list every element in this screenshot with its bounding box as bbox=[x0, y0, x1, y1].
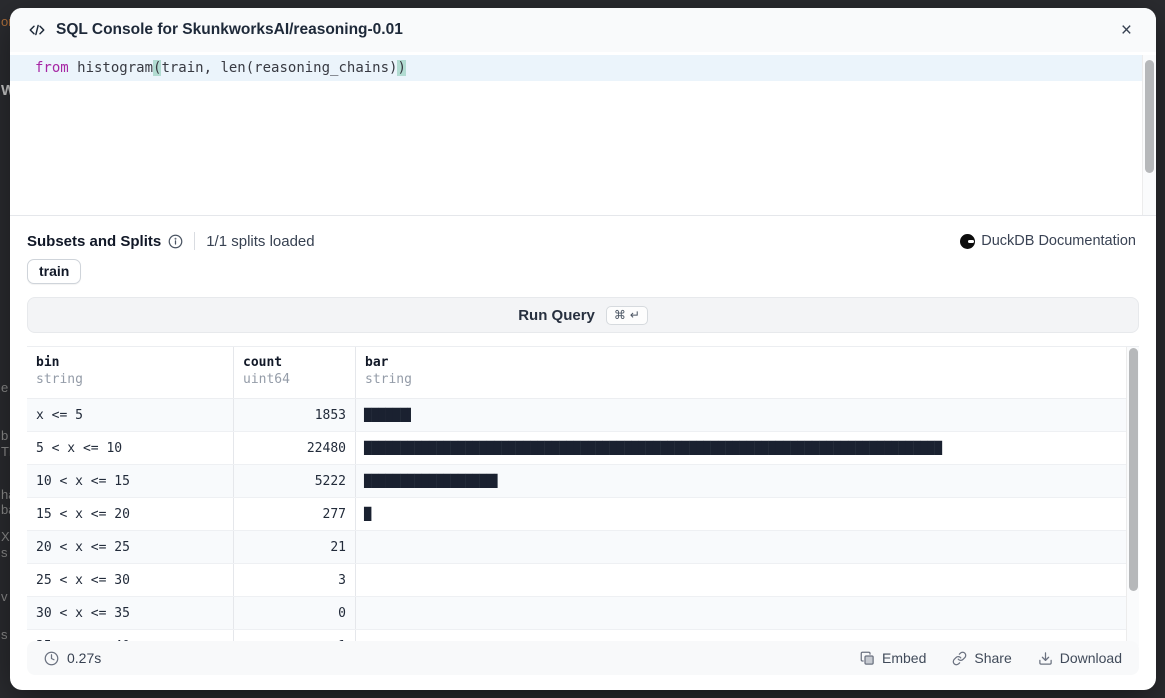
share-label: Share bbox=[974, 650, 1011, 666]
share-button[interactable]: Share bbox=[952, 650, 1011, 666]
subsets-section: Subsets and Splits 1/1 splits loaded Duc… bbox=[10, 216, 1156, 250]
table-header: bin string count uint64 bar string bbox=[27, 347, 1139, 399]
bar-cell bbox=[356, 597, 1139, 629]
bin-cell: x <= 5 bbox=[27, 399, 234, 431]
table-row: 25 < x <= 30 3 bbox=[27, 564, 1139, 597]
duckdb-doc-link[interactable]: DuckDB Documentation bbox=[960, 233, 1136, 249]
count-cell: 22480 bbox=[234, 432, 356, 464]
bin-cell: 30 < x <= 35 bbox=[27, 597, 234, 629]
sql-query-line[interactable]: from histogram(train, len(reasoning_chai… bbox=[10, 55, 1156, 81]
bar-cell: ██████▌ bbox=[356, 399, 1139, 431]
run-query-label: Run Query bbox=[518, 307, 595, 324]
table-row: 20 < x <= 25 21 bbox=[27, 531, 1139, 564]
split-badge-train[interactable]: train bbox=[27, 259, 81, 284]
section-title: Subsets and Splits bbox=[27, 233, 161, 250]
download-icon bbox=[1038, 651, 1053, 666]
query-time: 0.27s bbox=[44, 650, 101, 666]
column-name: bar bbox=[365, 355, 1130, 370]
column-type: string bbox=[365, 372, 1130, 387]
code-icon bbox=[28, 21, 46, 39]
sql-text: histogram bbox=[69, 60, 153, 76]
sql-text: train, len(reasoning_chains) bbox=[161, 60, 397, 76]
bin-cell: 10 < x <= 15 bbox=[27, 465, 234, 497]
embed-icon bbox=[860, 651, 875, 666]
count-cell: 1853 bbox=[234, 399, 356, 431]
bar-cell: █ bbox=[356, 498, 1139, 530]
results-table: bin string count uint64 bar string x <= … bbox=[27, 346, 1139, 646]
editor-scrollbar[interactable] bbox=[1142, 55, 1156, 215]
bar-cell: ████████████████████████████████████████… bbox=[356, 432, 1139, 464]
count-cell: 0 bbox=[234, 597, 356, 629]
column-type: string bbox=[36, 372, 224, 387]
duckdb-logo-icon bbox=[960, 234, 975, 249]
column-header-bin: bin string bbox=[27, 347, 234, 398]
bar-cell bbox=[356, 531, 1139, 563]
modal-header: SQL Console for SkunkworksAI/reasoning-0… bbox=[10, 8, 1156, 52]
bin-cell: 20 < x <= 25 bbox=[27, 531, 234, 563]
column-type: uint64 bbox=[243, 372, 346, 387]
table-scrollbar-thumb[interactable] bbox=[1129, 348, 1138, 591]
count-cell: 3 bbox=[234, 564, 356, 596]
table-scrollbar[interactable] bbox=[1126, 347, 1139, 646]
info-icon[interactable] bbox=[168, 234, 183, 249]
column-header-bar: bar string bbox=[356, 347, 1139, 398]
query-time-text: 0.27s bbox=[67, 650, 101, 666]
column-header-count: count uint64 bbox=[234, 347, 356, 398]
link-icon bbox=[952, 651, 967, 666]
bin-cell: 5 < x <= 10 bbox=[27, 432, 234, 464]
clock-icon bbox=[44, 651, 59, 666]
table-row: x <= 5 1853 ██████▌ bbox=[27, 399, 1139, 432]
sql-bracket-close: ) bbox=[397, 60, 405, 76]
run-query-button[interactable]: Run Query ⌘ ↵ bbox=[27, 297, 1139, 333]
download-button[interactable]: Download bbox=[1038, 650, 1122, 666]
bar-cell bbox=[356, 564, 1139, 596]
footer-bar: 0.27s Embed Share bbox=[27, 641, 1139, 675]
embed-label: Embed bbox=[882, 650, 926, 666]
bin-cell: 15 < x <= 20 bbox=[27, 498, 234, 530]
sql-console-modal: SQL Console for SkunkworksAI/reasoning-0… bbox=[10, 8, 1156, 690]
column-name: count bbox=[243, 355, 346, 370]
footer-actions: Embed Share Download bbox=[860, 650, 1122, 666]
editor-scrollbar-thumb[interactable] bbox=[1145, 60, 1154, 173]
keyboard-shortcut: ⌘ ↵ bbox=[606, 306, 648, 325]
table-row: 10 < x <= 15 5222 ██████████████████▌ bbox=[27, 465, 1139, 498]
sql-editor[interactable]: from histogram(train, len(reasoning_chai… bbox=[10, 55, 1156, 216]
count-cell: 5222 bbox=[234, 465, 356, 497]
page-title: SQL Console for SkunkworksAI/reasoning-0… bbox=[56, 21, 403, 39]
bin-cell: 25 < x <= 30 bbox=[27, 564, 234, 596]
table-row: 30 < x <= 35 0 bbox=[27, 597, 1139, 630]
split-badges: train bbox=[10, 250, 1156, 284]
divider bbox=[194, 232, 195, 250]
table-row: 15 < x <= 20 277 █ bbox=[27, 498, 1139, 531]
splits-loaded-status: 1/1 splits loaded bbox=[206, 233, 314, 250]
close-icon[interactable]: × bbox=[1117, 19, 1136, 42]
bar-cell: ██████████████████▌ bbox=[356, 465, 1139, 497]
embed-button[interactable]: Embed bbox=[860, 650, 926, 666]
count-cell: 277 bbox=[234, 498, 356, 530]
table-row: 5 < x <= 10 22480 ██████████████████████… bbox=[27, 432, 1139, 465]
duckdb-doc-label: DuckDB Documentation bbox=[981, 233, 1136, 249]
sql-keyword: from bbox=[35, 60, 69, 76]
download-label: Download bbox=[1060, 650, 1122, 666]
column-name: bin bbox=[36, 355, 224, 370]
count-cell: 21 bbox=[234, 531, 356, 563]
